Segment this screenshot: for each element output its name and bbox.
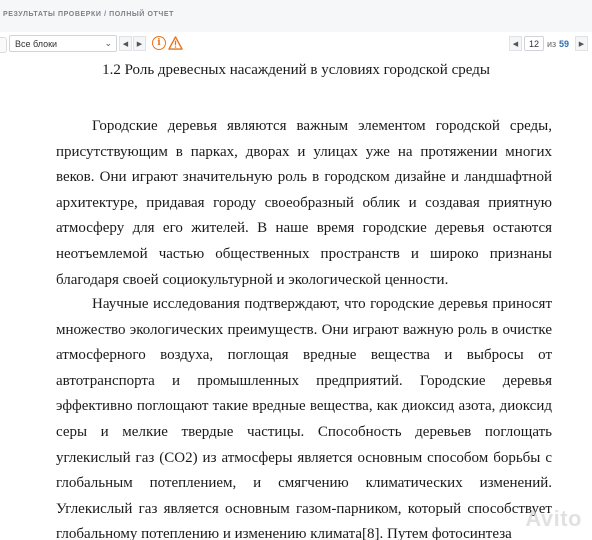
next-page-button[interactable]: ▶ [575, 36, 588, 51]
prev-page-button[interactable]: ◀ [509, 36, 522, 51]
block-filter-value: Все блоки [15, 39, 58, 49]
block-filter-select[interactable]: Все блоки ⌄ [9, 35, 117, 52]
page-total: 59 [559, 39, 570, 49]
paragraph: Городские деревья являются важным элемен… [56, 118, 552, 288]
avito-watermark: Avito [525, 506, 582, 531]
report-header: РЕЗУЛЬТАТЫ ПРОВЕРКИ / ПОЛНЫЙ ОТЧЕТ [0, 0, 592, 33]
chevron-down-icon: ⌄ [104, 38, 112, 48]
arrow-right-icon: ▶ [578, 40, 585, 48]
prev-block-button[interactable]: ◀ [119, 36, 132, 51]
next-block-button[interactable]: ▶ [133, 36, 146, 51]
paragraph: Научные исследования подтверждают, что г… [56, 296, 552, 540]
breadcrumb: РЕЗУЛЬТАТЫ ПРОВЕРКИ / ПОЛНЫЙ ОТЧЕТ [3, 11, 175, 18]
document-page: 1.2 Роль древесных насаждений в условиях… [0, 56, 592, 540]
page-number-input[interactable]: 12 [524, 36, 544, 51]
section-heading: 1.2 Роль древесных насаждений в условиях… [102, 62, 490, 78]
info-icon[interactable]: i [152, 36, 166, 50]
arrow-left-icon: ◀ [512, 40, 519, 48]
arrow-left-icon: ◀ [122, 40, 129, 48]
page-of-label: из [547, 39, 557, 49]
arrow-right-icon: ▶ [136, 40, 143, 48]
sidebar-toggle-button[interactable] [0, 37, 7, 53]
report-toolbar: Все блоки ⌄ ◀ ▶ i ◀ 12 из 59 ▶ [0, 32, 592, 56]
warning-icon[interactable] [168, 36, 183, 50]
